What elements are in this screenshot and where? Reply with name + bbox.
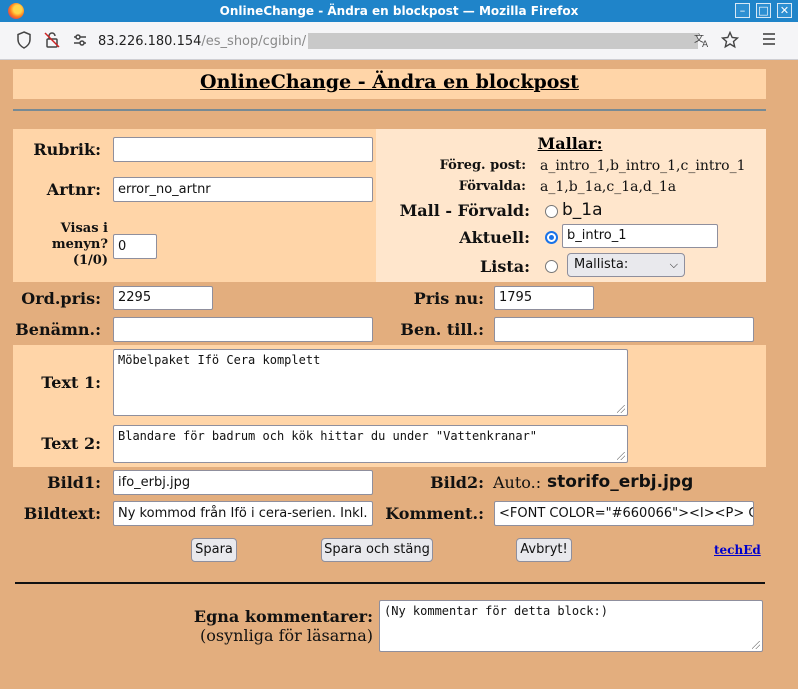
bild2-value: storifo_erbj.jpg [547,472,694,492]
aktuell-label: Aktuell: [459,228,530,247]
bild1-label: Bild1: [47,473,101,492]
prisnu-input[interactable]: 1795 [494,286,594,310]
translate-icon[interactable]: 文A [692,31,712,51]
menu-icon[interactable] [759,31,779,51]
egna-textarea[interactable]: (Ny kommentar för detta block:) [379,600,763,652]
ordpris-label: Ord.pris: [21,289,101,308]
url-bar[interactable]: 83.226.180.154/es_shop/cgibin/ [98,30,698,52]
close-button[interactable]: ✕ [777,3,792,18]
text1-textarea[interactable]: Möbelpaket Ifö Cera komplett [113,349,628,416]
egna-sub-label: (osynliga för läsarna) [200,626,373,645]
firefox-logo-icon [8,3,24,19]
url-redacted [308,33,698,49]
bildtext-label: Bildtext: [23,504,101,523]
page-content: OnlineChange - Ändra en blockpost Rubrik… [5,61,792,686]
ordpris-input[interactable]: 2295 [113,286,213,310]
lista-select-value: Mallista: [574,257,629,272]
page-title: OnlineChange - Ändra en blockpost [200,71,579,93]
mall-forvald-radio[interactable] [545,205,558,218]
window-titlebar: OnlineChange - Ändra en blockpost — Mozi… [0,0,798,22]
window-title: OnlineChange - Ändra en blockpost — Mozi… [219,4,579,18]
aktuell-radio[interactable] [545,231,558,244]
benamn-input[interactable] [113,317,373,342]
visas-input[interactable]: 0 [113,234,157,259]
navigation-bar: 83.226.180.154/es_shop/cgibin/ 文A [0,22,798,60]
visas-label-line2: menyn? [51,237,108,252]
rubrik-label: Rubrik: [33,140,101,159]
resize-grip-icon[interactable] [617,405,625,413]
bild2-auto-label: Auto.: [493,473,542,492]
svg-text:A: A [702,40,709,49]
artnr-label: Artnr: [46,180,101,199]
section-divider [15,582,765,584]
bild2-label: Bild2: [430,473,484,492]
text1-value: Möbelpaket Ifö Cera komplett [118,353,321,367]
lista-label: Lista: [480,257,530,276]
mall-forvald-label: Mall - Förvald: [399,201,530,220]
egna-label: Egna kommentarer: [193,607,373,626]
url-path: /es_shop/cgibin/ [201,33,307,49]
komment-input[interactable]: <FONT COLOR="#660066"><I><P> Glöm [494,501,754,526]
text2-label: Text 2: [41,434,101,453]
save-and-close-button[interactable]: Spara och stäng [321,538,433,562]
foreg-value: a_intro_1,b_intro_1,c_intro_1 [540,158,746,174]
lista-radio[interactable] [545,260,558,273]
forvalda-label: Förvalda: [458,179,526,194]
resize-grip-icon[interactable] [617,452,625,460]
bentill-input[interactable] [494,317,754,342]
bildtext-input[interactable]: Ny kommod från Ifö i cera-serien. Inkl. … [113,501,373,526]
prisnu-label: Pris nu: [413,289,484,308]
url-host: 83.226.180.154 [98,33,202,49]
artnr-input[interactable]: error_no_artnr [113,177,373,202]
minimize-button[interactable]: – [735,3,750,18]
visas-label-line1: Visas i [60,221,108,236]
visas-label-line3: (1/0) [72,253,108,268]
foreg-label: Föreg. post: [439,158,526,173]
mallar-title: Mallar: [537,134,603,153]
egna-value: (Ny kommentar för detta block:) [384,604,608,618]
shield-icon[interactable] [14,31,34,51]
bookmark-star-icon[interactable] [720,30,740,51]
resize-grip-icon[interactable] [752,641,760,649]
chevron-down-icon: ⌵ [669,258,678,271]
komment-label: Komment.: [385,504,484,523]
lista-select[interactable]: Mallista: ⌵ [567,253,685,277]
bild1-input[interactable]: ifo_erbj.jpg [113,470,373,495]
page-info-icon[interactable] [70,31,90,51]
bentill-label: Ben. till.: [400,320,484,339]
forvalda-value: a_1,b_1a,c_1a,d_1a [540,179,677,195]
teched-link[interactable]: techEd [714,543,761,557]
visas-label: Visas i menyn? (1/0) [13,221,108,269]
text1-label: Text 1: [41,373,101,392]
cancel-button[interactable]: Avbryt! [516,538,572,562]
rubrik-input[interactable] [113,137,373,162]
heading-divider [13,109,766,111]
maximize-button[interactable]: □ [756,3,771,18]
benamn-label: Benämn.: [15,320,101,339]
text2-value: Blandare för badrum och kök hittar du un… [118,429,538,443]
mall-forvald-value: b_1a [562,200,603,220]
text2-textarea[interactable]: Blandare för badrum och kök hittar du un… [113,425,628,463]
tracking-off-icon[interactable] [42,31,62,51]
save-button[interactable]: Spara [191,538,237,562]
aktuell-input[interactable]: b_intro_1 [562,224,718,248]
